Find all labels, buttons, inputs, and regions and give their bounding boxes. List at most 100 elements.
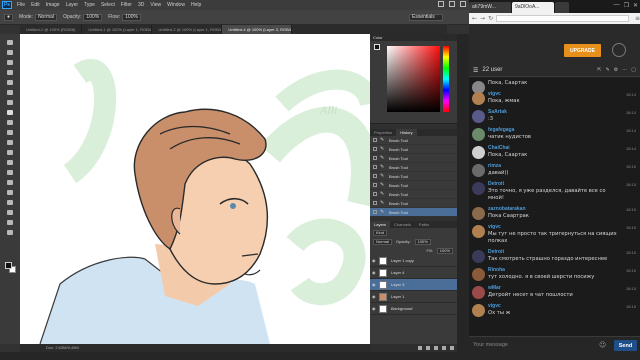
clone-stamp-tool-icon[interactable] — [5, 118, 15, 126]
emoji-icon[interactable]: ☺ — [599, 341, 606, 349]
more-icon[interactable]: ⋯ — [622, 67, 627, 73]
new-tab-button[interactable] — [555, 2, 569, 13]
blur-tool-icon[interactable] — [5, 158, 15, 166]
eyedropper-tool-icon[interactable] — [5, 88, 15, 96]
brush-preset-picker[interactable]: ● — [4, 13, 14, 21]
flow-field[interactable]: 100% — [122, 13, 141, 21]
link-layers-icon[interactable] — [418, 346, 422, 350]
avatar[interactable] — [472, 146, 485, 159]
users-count[interactable]: 22 user — [482, 67, 502, 73]
history-item[interactable]: ✎ Brush Tool — [370, 145, 457, 154]
menu-file[interactable]: File — [17, 2, 25, 8]
workspace-select[interactable]: Essentials — [409, 14, 443, 21]
history-item-current[interactable]: ✎ Brush Tool — [370, 208, 457, 217]
visibility-eye-icon[interactable]: ◉ — [372, 282, 377, 287]
message-username[interactable]: SaArtak — [488, 109, 622, 116]
browser-tab-active[interactable]: 9aDlOoA... — [512, 2, 554, 13]
profile-badge-icon[interactable] — [612, 43, 626, 57]
doc-tab-active[interactable]: Untitled-4 @ 100% (Layer 3, RGB/8) — [222, 25, 293, 34]
upgrade-button[interactable]: UPGRADE — [564, 44, 601, 57]
reload-icon[interactable]: ↻ — [488, 15, 493, 22]
menu-layer[interactable]: Layer — [66, 2, 79, 8]
layer-item[interactable]: ◉ Layer 4 — [370, 267, 457, 279]
popout-icon[interactable]: ⇱ — [597, 67, 601, 73]
tab-paths[interactable]: Paths — [415, 221, 433, 228]
tab-channels[interactable]: Channels — [390, 221, 415, 228]
history-item[interactable]: ✎ Brush Tool — [370, 136, 457, 145]
menu-window[interactable]: Window — [167, 2, 185, 8]
history-item[interactable]: ✎ Brush Tool — [370, 199, 457, 208]
mode-select[interactable]: Normal — [34, 13, 58, 21]
users-icon[interactable]: ☰ — [473, 67, 478, 74]
message-username[interactable]: rimza — [488, 163, 622, 170]
menu-edit[interactable]: Edit — [31, 2, 40, 8]
layer-opacity-field[interactable]: 100% — [414, 238, 431, 245]
history-item[interactable]: ✎ Brush Tool — [370, 172, 457, 181]
blend-mode-select[interactable]: Normal — [373, 238, 392, 245]
tab-layers[interactable]: Layers — [370, 221, 391, 228]
settings-icon[interactable]: ⚙ — [614, 67, 618, 73]
dodge-tool-icon[interactable] — [5, 168, 15, 176]
menu-icon[interactable]: ≡ — [635, 15, 640, 22]
forward-icon[interactable]: → — [480, 15, 485, 22]
doc-tab[interactable]: Untitled-2 @ 100% (Layer 1, RGB/8) — [152, 25, 223, 34]
menu-help[interactable]: Help — [191, 2, 201, 8]
message-username[interactable]: Rinoha — [488, 267, 622, 274]
layer-item[interactable]: ◉ Layer 1 copy — [370, 255, 457, 267]
collapse-icon[interactable]: ▢ — [631, 67, 636, 73]
hand-tool-icon[interactable] — [5, 218, 15, 226]
visibility-eye-icon[interactable]: ◉ — [372, 306, 377, 311]
back-icon[interactable]: ← — [472, 15, 477, 22]
history-item[interactable]: ✎ Brush Tool — [370, 190, 457, 199]
history-item[interactable]: ✎ Brush Tool — [370, 163, 457, 172]
eraser-tool-icon[interactable] — [5, 138, 15, 146]
avatar[interactable] — [472, 286, 485, 299]
menu-select[interactable]: Select — [101, 2, 115, 8]
avatar[interactable] — [472, 164, 485, 177]
history-item[interactable]: ✎ Brush Tool — [370, 181, 457, 190]
avatar[interactable] — [472, 225, 485, 238]
avatar[interactable] — [472, 182, 485, 195]
send-button[interactable]: Send — [614, 340, 637, 351]
gradient-tool-icon[interactable] — [5, 148, 15, 156]
healing-tool-icon[interactable] — [5, 98, 15, 106]
layer-kind-select[interactable]: Kind — [373, 229, 388, 236]
visibility-eye-icon[interactable]: ◉ — [372, 270, 377, 275]
browser-tab[interactable]: ah79mW... — [469, 2, 511, 13]
visibility-eye-icon[interactable]: ◉ — [372, 294, 377, 299]
close-icon[interactable] — [460, 1, 466, 7]
message-username[interactable]: vigvc — [488, 91, 622, 98]
avatar[interactable] — [472, 128, 485, 141]
maximize-icon[interactable] — [449, 1, 455, 7]
restore-icon[interactable]: ❐ — [624, 2, 629, 9]
avatar[interactable] — [472, 110, 485, 123]
crop-tool-icon[interactable] — [5, 78, 15, 86]
pen-tool-icon[interactable] — [5, 178, 15, 186]
message-input[interactable]: Your message — [473, 342, 508, 348]
tab-properties[interactable]: Properties — [370, 129, 396, 136]
color-picker-field[interactable] — [387, 46, 440, 112]
message-username[interactable]: vigvc — [488, 224, 622, 231]
avatar[interactable] — [472, 207, 485, 220]
close-icon[interactable]: ✕ — [633, 2, 638, 9]
minimize-icon[interactable] — [438, 1, 444, 7]
message-username[interactable]: wMar — [488, 285, 622, 292]
avatar[interactable] — [472, 92, 485, 105]
fx-icon[interactable] — [426, 346, 430, 350]
avatar[interactable] — [472, 304, 485, 317]
move-tool-icon[interactable] — [5, 38, 15, 46]
avatar[interactable] — [472, 250, 485, 263]
history-brush-tool-icon[interactable] — [5, 128, 15, 136]
new-layer-icon[interactable] — [442, 346, 446, 350]
color-panel-foreground[interactable] — [374, 44, 380, 50]
layer-item[interactable]: ◉ Layer 1 — [370, 291, 457, 303]
layer-item-selected[interactable]: ◉ Layer 3 — [370, 279, 457, 291]
message-username[interactable]: ChaiChai — [488, 145, 622, 152]
brush-tool-icon[interactable] — [5, 108, 15, 116]
menu-filter[interactable]: Filter — [121, 2, 132, 8]
document-canvas[interactable]: Alli — [20, 34, 370, 344]
message-username[interactable]: Detroit — [488, 181, 622, 188]
hue-slider[interactable] — [443, 46, 449, 112]
tab-history[interactable]: History — [396, 129, 417, 136]
path-select-tool-icon[interactable] — [5, 198, 15, 206]
